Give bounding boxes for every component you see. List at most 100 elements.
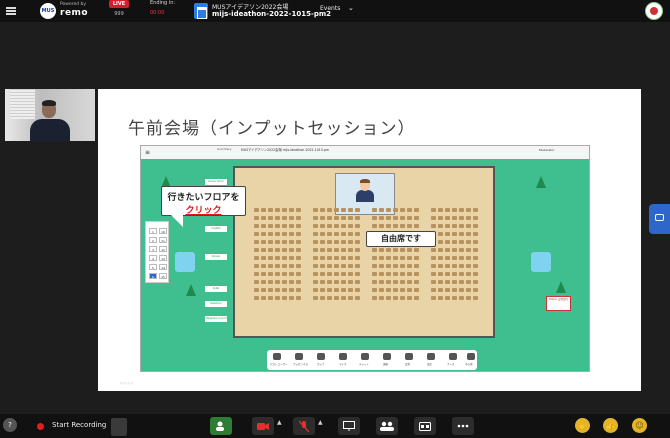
seat — [407, 224, 412, 228]
floor-number: 10 — [159, 228, 167, 234]
user-avatar[interactable] — [645, 2, 663, 20]
event-name: mijs-ideathon-2022-1015-pm2 — [212, 10, 332, 18]
camera-off-icon — [257, 422, 269, 430]
seat — [466, 232, 471, 236]
camera-options-caret[interactable]: ▲ — [277, 419, 282, 426]
seat — [393, 216, 398, 220]
floor-number: 14 — [159, 264, 167, 270]
seat — [466, 248, 471, 252]
seat — [407, 272, 412, 276]
slide-screenshot: ≡ Summary MUSアイデアソン2022会場 mijs-ideathon-… — [140, 145, 590, 372]
ending-in-label: Ending in: — [150, 0, 176, 6]
seat — [459, 248, 464, 252]
seat — [386, 280, 391, 284]
people-icon — [380, 421, 394, 431]
start-recording-button[interactable]: Start Recording — [52, 421, 106, 429]
mus-logo: MUS — [40, 3, 56, 19]
seat — [386, 288, 391, 292]
seat — [473, 296, 478, 300]
clap-reaction-icon[interactable]: ✋ — [575, 418, 590, 433]
seat — [431, 288, 436, 292]
seat — [327, 240, 332, 244]
seat — [407, 288, 412, 292]
seat — [289, 224, 294, 228]
seat — [341, 248, 346, 252]
presenter-body — [30, 119, 70, 141]
help-button[interactable]: ? — [3, 418, 17, 432]
seat — [393, 296, 398, 300]
record-icon[interactable] — [37, 423, 44, 430]
seat — [334, 296, 339, 300]
seat — [254, 224, 259, 228]
hamburger-menu-icon[interactable] — [0, 0, 22, 22]
seat — [327, 216, 332, 220]
seat — [320, 288, 325, 292]
seat — [282, 232, 287, 236]
seat — [320, 272, 325, 276]
toolbar-icon — [295, 353, 303, 360]
seat — [268, 264, 273, 268]
present-button[interactable] — [338, 417, 360, 435]
seat — [414, 272, 419, 276]
more-options-button[interactable] — [452, 417, 474, 435]
camera-toggle-button[interactable] — [252, 417, 274, 435]
seat — [282, 280, 287, 284]
seat — [313, 232, 318, 236]
app-toolbar: ゲストユーザー プレゼンする カメラ マイク チャット 連絡 会場 設定 ブース… — [267, 350, 477, 370]
seat — [275, 224, 280, 228]
chevron-down-icon[interactable]: ⌄ — [348, 4, 354, 12]
seat — [348, 272, 353, 276]
layout-button[interactable] — [111, 418, 127, 436]
app-header: ≡ Summary MUSアイデアソン2022会場 mijs-ideathon-… — [141, 146, 589, 159]
seat — [334, 232, 339, 236]
seat — [268, 240, 273, 244]
participants-button[interactable] — [376, 417, 398, 435]
events-dropdown-button[interactable]: Events — [320, 5, 340, 12]
seat — [459, 296, 464, 300]
seat — [254, 272, 259, 276]
seat — [400, 288, 405, 292]
toolbar-icon — [449, 353, 457, 360]
seat — [452, 280, 457, 284]
seat — [296, 272, 301, 276]
seat — [355, 232, 360, 236]
bottom-toolbar: ? Start Recording ▲ ▲ ✋ 👍 ☺ — [0, 414, 670, 438]
floor-number: 1 — [149, 228, 157, 234]
seat — [431, 248, 436, 252]
share-screen-button[interactable] — [210, 417, 232, 435]
seat — [296, 256, 301, 260]
seat — [313, 296, 318, 300]
seat — [379, 248, 384, 252]
mic-options-caret[interactable]: ▲ — [318, 419, 323, 426]
seat — [341, 240, 346, 244]
chat-side-tab[interactable] — [649, 204, 670, 234]
seat — [407, 208, 412, 212]
seat — [348, 224, 353, 228]
seat — [320, 256, 325, 260]
seat — [261, 264, 266, 268]
seat-rows — [243, 208, 489, 304]
seat — [400, 208, 405, 212]
thumbs-up-reaction-icon[interactable]: 👍 — [603, 418, 618, 433]
seat — [261, 208, 266, 212]
seat — [282, 256, 287, 260]
captions-button[interactable] — [414, 417, 436, 435]
smile-reaction-icon[interactable]: ☺ — [632, 418, 647, 433]
seat — [445, 280, 450, 284]
seat — [254, 208, 259, 212]
seat — [275, 280, 280, 284]
callout-click-floor: 行きたいフロアを クリック — [161, 186, 246, 216]
seat — [289, 248, 294, 252]
toolbar-icon — [361, 353, 369, 360]
seat — [459, 288, 464, 292]
seat — [466, 288, 471, 292]
presenter-camera-tile[interactable] — [5, 89, 95, 141]
seat — [379, 208, 384, 212]
seat — [414, 216, 419, 220]
seat — [355, 288, 360, 292]
floor-number: 15 — [159, 273, 167, 279]
mic-toggle-button[interactable] — [293, 417, 315, 435]
seat — [445, 232, 450, 236]
seat-row — [243, 216, 489, 220]
seat — [452, 224, 457, 228]
